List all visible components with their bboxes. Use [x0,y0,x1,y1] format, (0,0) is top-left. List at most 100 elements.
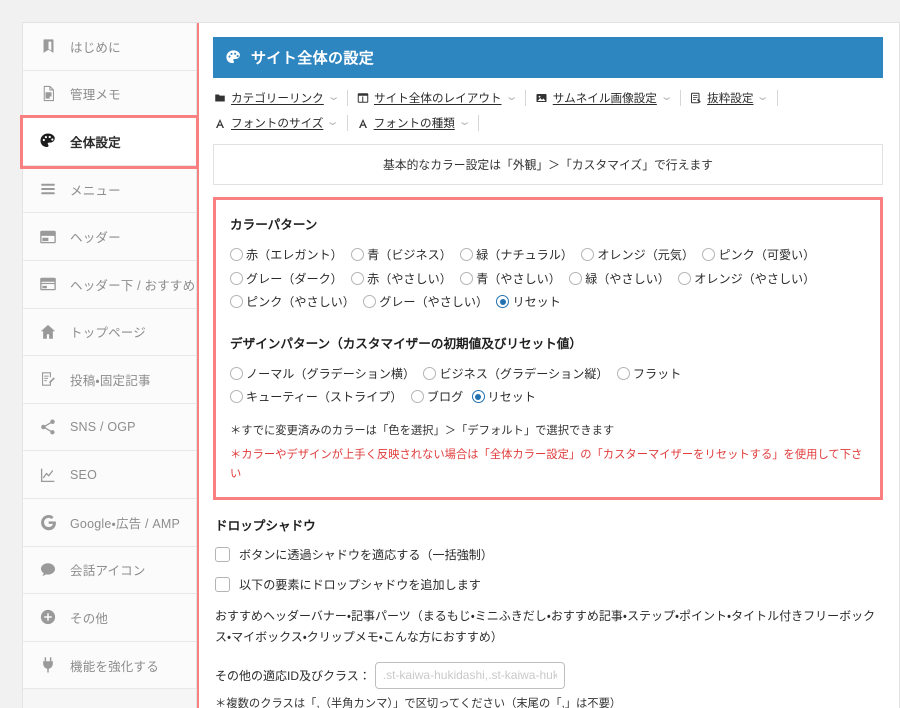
color-pattern-label: ピンク（可愛い） [718,248,816,262]
hamburger-icon [37,179,59,199]
sidebar-item-11[interactable]: Google・広告 / AMP [23,498,196,547]
sidebar-item-1[interactable]: はじめに [23,23,196,71]
sidebar-item-5[interactable]: ヘッダー [23,213,196,261]
sidebar-item-14[interactable]: 機能を強化する [23,641,196,690]
drop-shadow-button-checkbox-label: ボタンに透過シャドウを適応する（一括強制） [239,547,493,562]
speech-bubble-icon [37,560,59,580]
design-pattern-option-4[interactable]: キューティー（ストライプ） [230,390,403,404]
color-pattern-option-2[interactable]: 青（ビジネス） [351,248,452,262]
color-pattern-radio[interactable] [460,271,474,285]
color-pattern-label: グレー（ダーク） [246,271,343,286]
color-pattern-label: 緑（やさしい） [585,271,670,286]
design-pattern-option-5[interactable]: ブログ [410,390,463,404]
color-pattern-option-13[interactable]: リセット [496,295,561,309]
chevron-down-icon[interactable]: ⌄ [326,91,340,103]
tab-link-5[interactable]: フォントのサイズ ⌄ [214,115,348,131]
design-pattern-option-1[interactable]: ノーマル（グラデーション横） [230,366,416,381]
color-pattern-option-8[interactable]: 青（やさしい） [460,271,561,286]
info-bar-text: 基本的なカラー設定は「外観」＞「カスタマイズ」で行えます [383,158,713,172]
color-pattern-option-4[interactable]: オレンジ（元気） [581,248,694,262]
tab-link-2[interactable]: サイト全体のレイアウト ⌄ [357,90,526,106]
chevron-down-icon[interactable]: ⌄ [660,91,674,103]
design-pattern-label: ビジネス（グラデーション縦） [439,366,609,381]
drop-shadow-class-input[interactable] [374,661,565,689]
color-pattern-radio[interactable] [678,271,692,285]
sidebar-item-label: ヘッダー [70,231,121,246]
tab-link-1[interactable]: カテゴリーリンク ⌄ [214,90,348,106]
design-pattern-radio[interactable] [230,366,243,380]
color-pattern-radio[interactable] [460,248,474,261]
sidebar-item-13[interactable]: その他 [23,594,196,642]
color-pattern-radio[interactable] [230,271,243,285]
design-pattern-warning: ＊カラーやデザインが上手く反映されない場合は「全体カラー設定」の「カスターマイザ… [230,449,863,481]
design-pattern-option-6[interactable]: リセット [471,390,536,404]
design-pattern-radio[interactable] [410,390,424,404]
tab-link-label: サイト全体のレイアウト [373,92,502,105]
color-pattern-option-11[interactable]: ピンク（やさしい） [230,295,355,309]
home-icon [37,322,59,342]
tab-link-4[interactable]: 抜粋設定 ⌄ [690,90,778,106]
color-pattern-option-1[interactable]: 赤（エレガント） [230,248,343,262]
chevron-down-icon[interactable]: ⌄ [326,116,340,128]
color-pattern-radio[interactable] [702,248,716,261]
google-g-icon [37,512,59,532]
admin-layout: はじめに 管理メモ 全体設定 メニューヘッダーヘッダー下 / おすすめトップページ 投稿… [22,22,900,708]
drop-shadow-elements-checkbox[interactable] [215,576,230,592]
palette-icon [37,131,59,151]
design-pattern-note: ＊すでに変更済みのカラーは「色を選択」＞「デフォルト」で選択できます [230,424,615,437]
design-pattern-radio[interactable] [423,366,437,380]
main-content: サイト全体の設定 カテゴリーリンク ⌄ サイト全体のレイアウト ⌄ サムネイル画像設定 ⌄… [197,22,900,708]
tab-link-3[interactable]: サムネイル画像設定 ⌄ [535,90,682,106]
font-type-icon [357,117,369,130]
sidebar-item-12[interactable]: 会話アイコン [23,546,196,595]
page-title: サイト全体の設定 [213,37,883,78]
design-pattern-option-3[interactable]: フラット [616,366,681,381]
sidebar-item-label: SEO [70,467,97,482]
chevron-down-icon[interactable]: ⌄ [457,116,471,128]
color-pattern-option-7[interactable]: 赤（やさしい） [351,271,452,286]
drop-shadow-elements-checkbox-row[interactable]: 以下の要素にドロップシャドウを追加します [215,576,881,593]
design-pattern-radio[interactable] [616,366,630,380]
sidebar-item-7[interactable]: トップページ [23,308,196,357]
sidebar-item-3[interactable]: 全体設定 [23,118,196,166]
drop-shadow-hint: ＊複数のクラスは「,（半角カンマ）」で区切ってください（末尾の「,」は不要） [215,697,622,708]
design-pattern-radio[interactable] [230,390,243,404]
color-pattern-radio[interactable] [581,248,595,261]
color-pattern-option-12[interactable]: グレー（やさしい） [363,295,488,309]
color-pattern-option-3[interactable]: 緑（ナチュラル） [460,248,573,262]
color-pattern-title: カラーパターン [230,218,318,232]
sidebar-item-label: Google・広告 / AMP [70,516,181,531]
sidebar-item-2[interactable]: 管理メモ [23,70,196,119]
tab-link-6[interactable]: フォントの種類 ⌄ [357,115,480,131]
edit-document-icon [37,369,59,389]
chevron-down-icon[interactable]: ⌄ [756,91,770,103]
color-pattern-option-9[interactable]: 緑（やさしい） [569,271,670,286]
chevron-down-icon[interactable]: ⌄ [504,91,518,103]
palette-icon [225,49,242,66]
color-pattern-radio[interactable] [363,295,377,309]
color-pattern-radio-group: 赤（エレガント） 青（ビジネス） 緑（ナチュラル） オレンジ（元気） ピンク（可… [230,244,866,315]
sidebar-item-8[interactable]: 投稿・固定記事 [23,356,196,404]
color-pattern-radio[interactable] [569,271,583,285]
color-pattern-radio[interactable] [351,248,365,261]
sidebar-item-9[interactable]: SNS / OGP [23,403,196,452]
chart-line-icon [37,465,59,485]
sidebar-item-label: ヘッダー下 / おすすめ [70,278,196,293]
color-pattern-radio[interactable] [351,271,365,285]
design-pattern-label: ノーマル（グラデーション横） [246,366,416,381]
color-pattern-option-10[interactable]: オレンジ（やさしい） [678,271,815,286]
color-pattern-radio[interactable] [230,295,243,309]
design-pattern-option-2[interactable]: ビジネス（グラデーション縦） [423,366,609,381]
color-pattern-radio[interactable] [230,248,243,261]
color-pattern-option-6[interactable]: グレー（ダーク） [230,271,343,286]
sidebar-nav: はじめに 管理メモ 全体設定 メニューヘッダーヘッダー下 / おすすめトップページ 投稿… [22,22,197,708]
design-pattern-radio[interactable] [471,390,485,404]
sidebar-item-4[interactable]: メニュー [23,165,196,214]
color-pattern-option-5[interactable]: ピンク（可愛い） [702,248,815,262]
sidebar-item-label: 機能を強化する [70,659,159,674]
sidebar-item-6[interactable]: ヘッダー下 / おすすめ [23,260,196,309]
drop-shadow-button-checkbox[interactable] [215,546,230,562]
sidebar-item-10[interactable]: SEO [23,451,196,499]
color-pattern-radio[interactable] [496,295,510,309]
drop-shadow-button-checkbox-row[interactable]: ボタンに透過シャドウを適応する（一括強制） [215,546,881,563]
